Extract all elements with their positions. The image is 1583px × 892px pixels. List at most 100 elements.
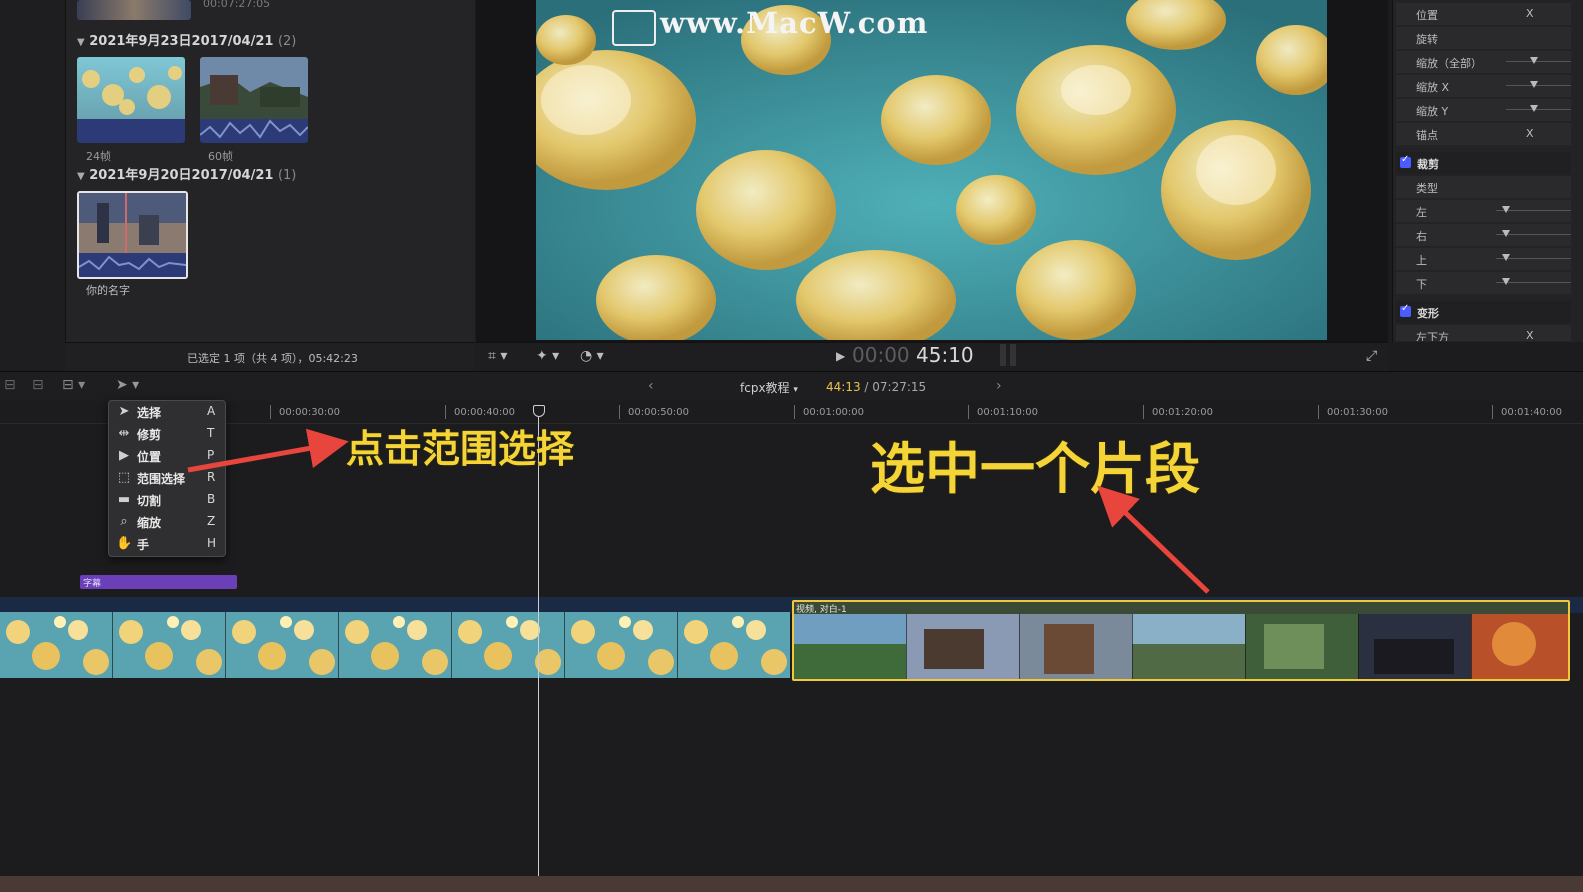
enhance-menu-icon[interactable]: ✦ ▾ [536,348,559,364]
menu-item-select[interactable]: ➤ 选择 A [109,401,225,423]
playhead-handle[interactable] [533,405,545,417]
jellyfish-clip[interactable] [0,612,790,678]
clip-thumbnail-24fps[interactable] [77,57,185,143]
clip-thumbnail-top[interactable] [77,0,191,20]
insert-clip-icon[interactable]: ⊟ [32,377,44,393]
menu-item-position[interactable]: ▶ 位置 P [109,445,225,467]
row-label: 旋转 [1416,33,1438,46]
clip-timecode: 00:07:27:05 [203,0,271,10]
menu-item-label: 选择 [137,406,162,420]
section-title: 裁剪 [1417,158,1439,171]
date-group-header[interactable]: ▼ 2021年9月20日2017/04/21 (1) [77,164,296,183]
inspector-row-crop-right[interactable]: 右 [1396,224,1571,246]
slider-knob[interactable] [1502,206,1510,213]
crop-section-header[interactable]: 裁剪 [1396,152,1571,174]
slider-knob[interactable] [1502,254,1510,261]
clip-label: 60帧 [208,150,233,163]
row-label: 下 [1416,278,1427,291]
distort-section-header[interactable]: 变形 [1396,301,1571,323]
clip-label: 你的名字 [86,284,130,297]
menu-item-zoom[interactable]: ⌕ 缩放 Z [109,511,225,533]
slider-knob[interactable] [1530,81,1538,88]
menu-item-shortcut: Z [207,514,216,528]
overwrite-clip-icon[interactable]: ⊟ ▾ [62,377,85,393]
row-label: 位置 [1416,9,1438,22]
ruler-tick [445,405,446,419]
jellyfish-filmstrip [0,612,790,678]
menu-item-trim[interactable]: ⇹ 修剪 T [109,423,225,445]
zoom-icon: ⌕ [120,514,128,529]
scale-slider[interactable] [1506,61,1571,62]
ruler-tick [619,405,620,419]
video-preview [536,0,1327,340]
menu-item-label: 范围选择 [137,472,186,486]
selected-clip[interactable]: 视频, 对白-1 [792,600,1570,681]
inspector-row-crop-top[interactable]: 上 [1396,248,1571,270]
crop-checkbox[interactable] [1400,154,1411,168]
jellyfish-thumbnail [77,57,185,143]
hand-icon: ✋ [116,536,133,551]
viewer-timecode: 00:00 45:10 [852,343,974,367]
scale-y-slider[interactable] [1506,109,1571,110]
inspector-row-position[interactable]: 位置 X [1396,3,1571,25]
inspector-row-scale-x[interactable]: 缩放 X [1396,75,1571,97]
clip-thumbnail-your-name[interactable] [77,191,188,279]
row-value: X [1526,329,1534,341]
inspector-row-crop-left[interactable]: 左 [1396,200,1571,222]
menu-item-label: 修剪 [137,428,162,442]
slider-knob[interactable] [1530,57,1538,64]
playhead-line[interactable] [538,410,539,880]
forward-arrow-icon[interactable]: › [996,378,1002,394]
range-select-icon: ⬚ [117,470,131,485]
browser-status-bar: 已选定 1 项（共 4 项），05:42:23 [65,342,475,371]
distort-checkbox[interactable] [1400,303,1411,317]
ruler-label: 00:01:00:00 [803,407,865,418]
menu-item-blade[interactable]: ▬ 切割 B [109,489,225,511]
fullscreen-icon[interactable]: ⤢ [1366,348,1377,364]
menu-item-range-select[interactable]: ⬚ 范围选择 R [109,467,225,489]
menu-item-shortcut: B [207,492,216,506]
inspector-row-anchor[interactable]: 锚点 X [1396,123,1571,145]
project-name-menu[interactable]: fcpx教程 ▾ [740,379,798,396]
trim-icon: ⇹ [118,426,130,441]
clip-thumbnail-60fps[interactable] [200,57,308,143]
ruler-label: 00:00:40:00 [454,407,516,418]
ruler-tick [968,405,969,419]
scenery-filmstrip [794,614,1568,679]
audio-meter-left [1000,344,1006,366]
section-title: 变形 [1417,307,1439,320]
menu-item-hand[interactable]: ✋ 手 H [109,533,225,555]
transform-menu-icon[interactable]: ⌗ ▾ [488,348,507,364]
date-group-count: (2) [277,34,297,49]
clip-label: 24帧 [86,150,111,163]
menu-item-label: 缩放 [137,516,162,530]
tools-popup-menu: ➤ 选择 A ⇹ 修剪 T ▶ 位置 P ⬚ 范围选择 R ▬ 切割 B ⌕ 缩… [108,400,226,557]
inspector-row-rotation[interactable]: 旋转 [1396,27,1571,49]
desktop-background-strip [0,876,1583,892]
library-sidebar [0,0,66,370]
caption-clip[interactable]: 字幕 [80,575,237,589]
row-label: 上 [1416,254,1427,267]
row-label: 左下方 [1416,331,1449,341]
date-group-header[interactable]: ▼ 2021年9月23日2017/04/21 (2) [77,30,296,49]
inspector-row-crop-bottom[interactable]: 下 [1396,272,1571,294]
slider-knob[interactable] [1530,105,1538,112]
inspector-row-scale-all[interactable]: 缩放（全部） [1396,51,1571,73]
back-arrow-icon[interactable]: ‹ [648,378,654,394]
tools-menu-button[interactable]: ➤ ▾ [116,377,139,393]
retime-menu-icon[interactable]: ◔ ▾ [580,348,604,364]
scale-x-slider[interactable] [1506,85,1571,86]
play-icon[interactable]: ▶ [836,349,845,363]
ruler-tick [794,405,795,419]
connect-clip-icon[interactable]: ⊟ [4,377,16,393]
project-timecode: 44:13 / 07:27:15 [826,380,926,394]
inspector-row-bottom-left[interactable]: 左下方 X [1396,325,1571,341]
slider-knob[interactable] [1502,278,1510,285]
annotation-left: 点击范围选择 [346,427,575,471]
ruler-tick [1318,405,1319,419]
caption-label: 字幕 [83,579,102,589]
inspector-row-scale-y[interactable]: 缩放 Y [1396,99,1571,121]
row-label: 类型 [1416,182,1438,195]
inspector-row-crop-type[interactable]: 类型 [1396,176,1571,198]
slider-knob[interactable] [1502,230,1510,237]
